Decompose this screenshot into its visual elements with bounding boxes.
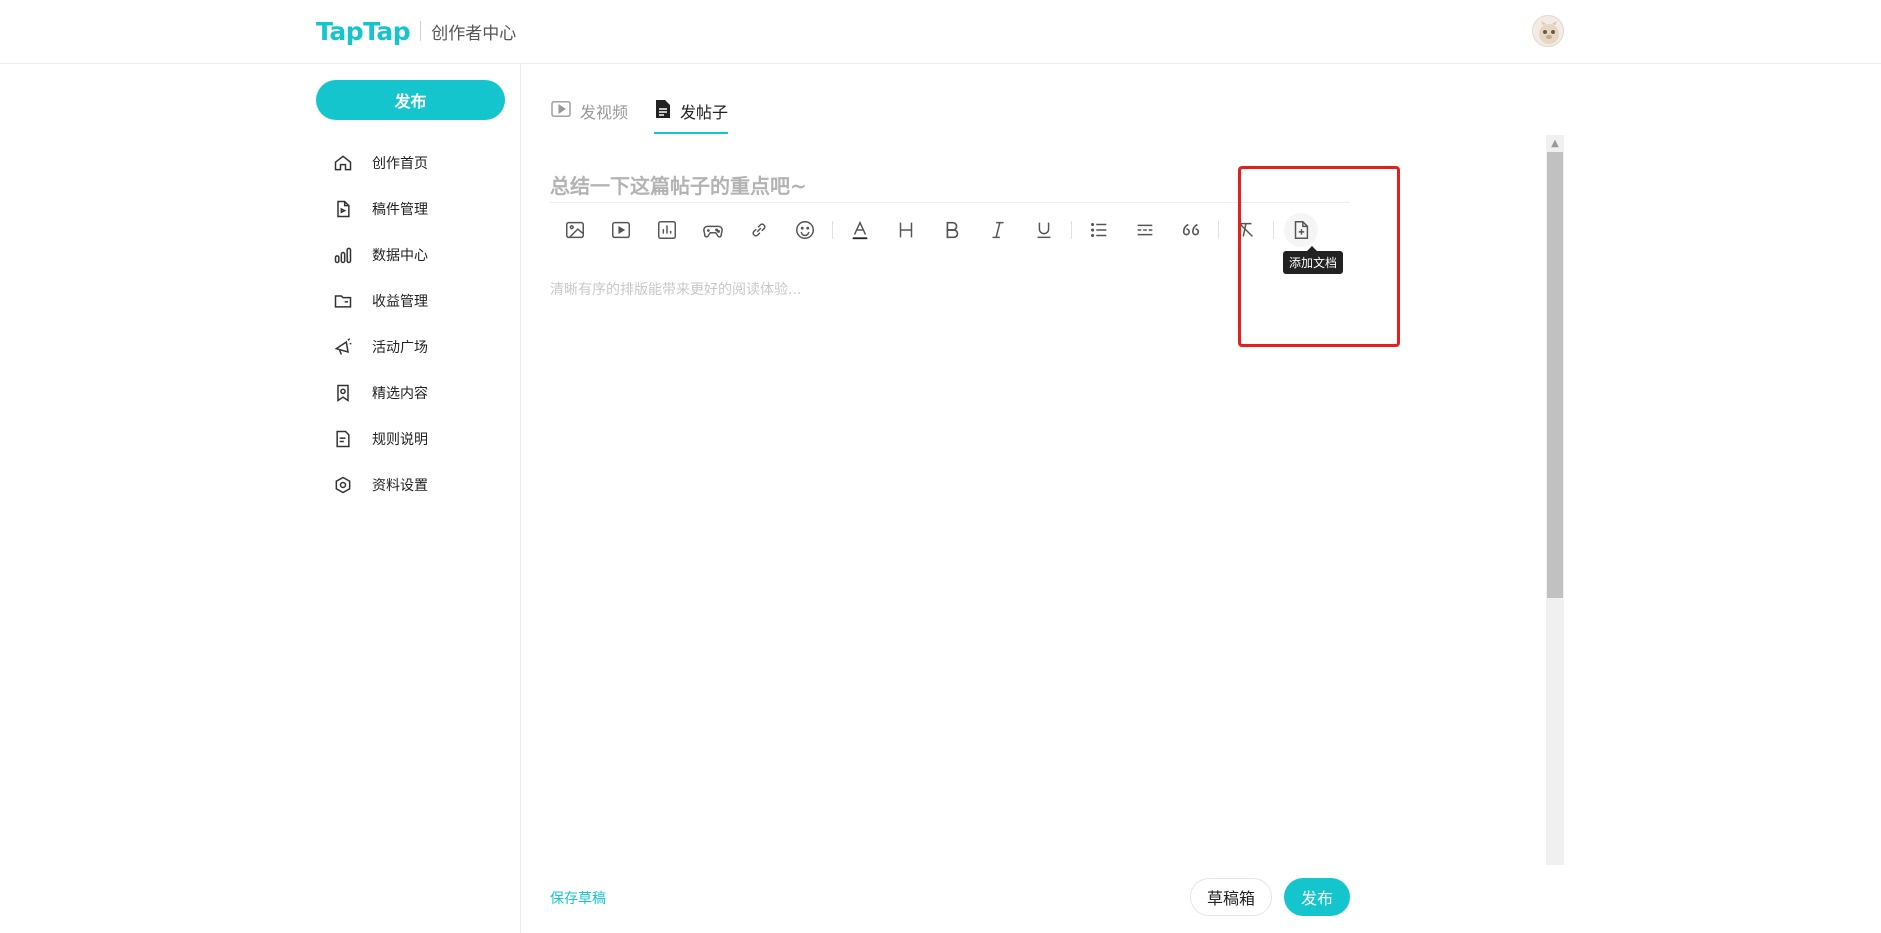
- avatar-image: [1539, 21, 1559, 44]
- divider-button[interactable]: [1122, 212, 1168, 248]
- toolbar-divider: [1218, 221, 1219, 239]
- gamepad-icon: [703, 225, 723, 238]
- heading-button[interactable]: [883, 212, 929, 248]
- sidebar-item-rules[interactable]: 规则说明: [332, 416, 532, 462]
- sidebar-item-label: 创作首页: [372, 156, 428, 172]
- bold-icon: [946, 221, 959, 239]
- megaphone-icon: [332, 336, 354, 358]
- tab-label: 发帖子: [680, 103, 729, 122]
- insert-game-button[interactable]: [690, 212, 736, 248]
- list-icon: [1091, 222, 1107, 238]
- avatar[interactable]: [1532, 15, 1564, 47]
- insert-chart-button[interactable]: [644, 212, 690, 248]
- image-icon: [566, 221, 584, 239]
- sidebar-item-earnings[interactable]: 收益管理: [332, 278, 532, 324]
- list-button[interactable]: [1076, 212, 1122, 248]
- rules-icon: [332, 428, 354, 450]
- sidebar-item-label: 收益管理: [372, 294, 428, 310]
- home-icon: [332, 152, 354, 174]
- underline-icon: [1037, 222, 1051, 239]
- title-divider: [550, 202, 1350, 203]
- bookmark-icon: [332, 382, 354, 404]
- folder-icon: [332, 290, 354, 312]
- sidebar-item-label: 数据中心: [372, 248, 428, 264]
- sidebar-item-activities[interactable]: 活动广场: [332, 324, 532, 370]
- tab-label: 发视频: [580, 103, 629, 122]
- italic-icon: [992, 221, 1004, 239]
- italic-button[interactable]: [975, 212, 1021, 248]
- underline-button[interactable]: [1021, 212, 1067, 248]
- toolbar-divider: [832, 221, 833, 239]
- insert-image-button[interactable]: [552, 212, 598, 248]
- sidebar-item-featured[interactable]: 精选内容: [332, 370, 532, 416]
- tab-video[interactable]: 发视频: [550, 88, 628, 134]
- sidebar-item-label: 稿件管理: [372, 202, 428, 218]
- quote-button[interactable]: [1168, 212, 1214, 248]
- emoji-icon: [796, 221, 814, 239]
- post-title-input[interactable]: 总结一下这篇帖子的重点吧~: [550, 164, 1350, 204]
- insert-video-button[interactable]: [598, 212, 644, 248]
- settings-icon: [332, 474, 354, 496]
- scrollbar-thumb[interactable]: [1547, 152, 1563, 598]
- sidebar: 发布 创作首页 稿件管理 数据中心 收益管理 活动广场 精选内容 规则说明 资料…: [0, 64, 521, 933]
- sidebar-item-home[interactable]: 创作首页: [332, 140, 532, 186]
- drafts-button[interactable]: 草稿箱: [1190, 878, 1272, 916]
- font-color-button[interactable]: [837, 212, 883, 248]
- logo-divider: [420, 21, 422, 41]
- sidebar-item-label: 资料设置: [372, 478, 428, 494]
- publish-main-button[interactable]: 发布: [316, 80, 505, 120]
- horizontal-rule-icon: [1137, 224, 1153, 236]
- bold-button[interactable]: [929, 212, 975, 248]
- quote-icon: [1182, 223, 1200, 236]
- video-icon: [550, 100, 572, 122]
- chart-icon: [658, 221, 676, 239]
- video-icon: [612, 221, 630, 239]
- sidebar-item-label: 规则说明: [372, 432, 428, 448]
- top-bar: TapTap 创作者中心: [0, 0, 1881, 64]
- toolbar-divider: [1071, 221, 1072, 239]
- publish-button[interactable]: 发布: [1284, 878, 1350, 916]
- post-icon: [654, 99, 672, 123]
- sidebar-item-label: 精选内容: [372, 386, 428, 402]
- save-draft-link[interactable]: 保存草稿: [550, 888, 606, 908]
- link-icon: [752, 223, 766, 237]
- publish-tabs: 发视频 发帖子: [550, 88, 729, 134]
- scroll-up-arrow[interactable]: ▲: [1546, 135, 1564, 151]
- tab-post[interactable]: 发帖子: [654, 88, 729, 134]
- insert-link-button[interactable]: [736, 212, 782, 248]
- post-content-editor[interactable]: 清晰有序的排版能带来更好的阅读体验...: [550, 279, 801, 299]
- sidebar-item-settings[interactable]: 资料设置: [332, 462, 532, 508]
- logo[interactable]: TapTap 创作者中心: [316, 16, 516, 46]
- sidebar-item-data-center[interactable]: 数据中心: [332, 232, 532, 278]
- highlight-box: [1238, 166, 1400, 347]
- insert-emoji-button[interactable]: [782, 212, 828, 248]
- document-icon: [332, 198, 354, 220]
- bar-chart-icon: [332, 244, 354, 266]
- editor-toolbar: [552, 212, 1324, 248]
- creator-center-label: 创作者中心: [431, 23, 517, 44]
- font-color-icon: [852, 220, 868, 240]
- sidebar-item-manuscripts[interactable]: 稿件管理: [332, 186, 532, 232]
- brand-logo-text: TapTap: [316, 16, 411, 46]
- sidebar-nav: 创作首页 稿件管理 数据中心 收益管理 活动广场 精选内容 规则说明 资料设置: [332, 140, 532, 508]
- sidebar-item-label: 活动广场: [372, 340, 428, 356]
- heading-icon: [899, 222, 913, 238]
